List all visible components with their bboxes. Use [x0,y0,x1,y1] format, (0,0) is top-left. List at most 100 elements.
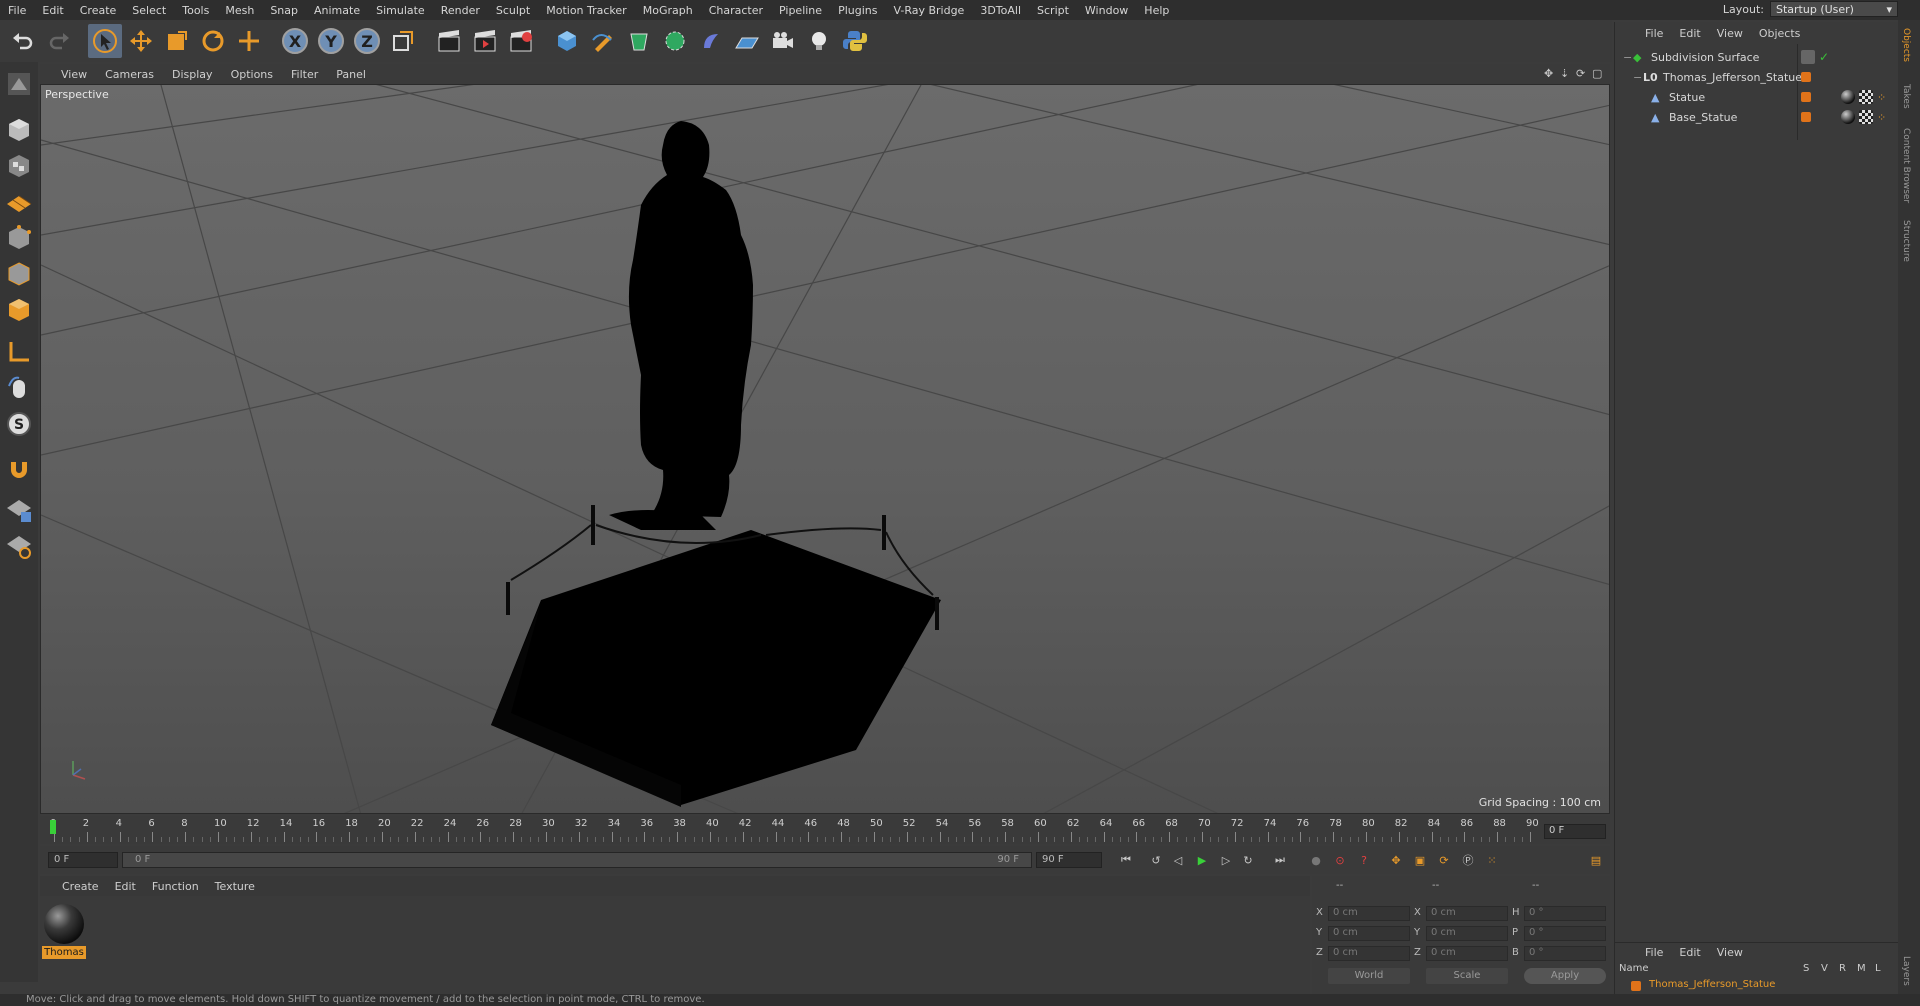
texture-mode-button[interactable] [3,150,35,182]
menu-snap[interactable]: Snap [262,4,306,17]
lm-menu-edit[interactable]: Edit [1671,946,1708,959]
z-axis-button[interactable]: Z [350,24,384,58]
render-picture-viewer-button[interactable] [468,24,502,58]
current-frame-field[interactable]: 0 F [1544,824,1606,839]
tab-layers[interactable]: Layers [1901,956,1911,986]
viewport-menu-display[interactable]: Display [163,68,222,81]
pan-icon[interactable]: ✥ [1544,67,1556,80]
lm-menu-view[interactable]: View [1709,946,1751,959]
live-select-button[interactable] [232,24,266,58]
visibility-dots[interactable] [1801,50,1815,64]
timeline-ruler[interactable]: 0246810121416182022242628303234363840424… [40,816,1610,844]
texture-tag-icon[interactable] [1859,90,1873,104]
layer-color-tag[interactable] [1801,72,1811,82]
rotation-b-field[interactable]: 0 ° [1524,946,1606,961]
menu-plugins[interactable]: Plugins [830,4,885,17]
om-menu-edit[interactable]: Edit [1671,27,1708,40]
maximize-icon[interactable]: ▢ [1592,67,1604,80]
menu-character[interactable]: Character [701,4,771,17]
position-x-field[interactable]: 0 cm [1328,906,1410,921]
coordinate-mode-dropdown[interactable]: World [1328,968,1410,984]
go-to-start-button[interactable]: ⏮ [1114,849,1138,871]
menu-mesh[interactable]: Mesh [217,4,262,17]
python-button[interactable] [838,24,872,58]
make-editable-button[interactable] [3,68,35,100]
planar-workplane-button[interactable] [3,530,35,562]
material-swatch[interactable]: Thomas [42,902,86,960]
collapse-icon[interactable]: − [1623,51,1633,64]
layout-dropdown[interactable]: Startup (User) ▾ [1770,1,1898,17]
autokey-button[interactable]: ? [1352,849,1376,871]
object-row[interactable]: ▲ Statue ⁘ [1615,88,1899,106]
edges-mode-button[interactable] [3,258,35,290]
menu-help[interactable]: Help [1136,4,1177,17]
tab-content-browser[interactable]: Content Browser [1901,128,1911,203]
viewport-menu-cameras[interactable]: Cameras [96,68,163,81]
subdivision-button[interactable] [622,24,656,58]
polygons-mode-button[interactable] [3,294,35,326]
menu-pipeline[interactable]: Pipeline [771,4,830,17]
render-view-button[interactable] [432,24,466,58]
menu-mograph[interactable]: MoGraph [635,4,701,17]
move-tool-button[interactable] [124,24,158,58]
object-row[interactable]: − L0 Thomas_Jefferson_Statue [1615,68,1899,86]
tab-takes[interactable]: Takes [1901,84,1911,109]
orbit-icon[interactable]: ⟳ [1576,67,1588,80]
menu-create[interactable]: Create [72,4,125,17]
deformer-button[interactable] [694,24,728,58]
model-mode-button[interactable] [3,114,35,146]
previous-frame-button[interactable]: ◁ [1166,849,1190,871]
material-menu-function[interactable]: Function [144,880,207,893]
size-z-field[interactable]: 0 cm [1426,946,1508,961]
size-x-field[interactable]: 0 cm [1426,906,1508,921]
perspective-viewport[interactable]: Perspective Grid Spacing : 100 cm [40,84,1610,814]
pen-tool-button[interactable] [586,24,620,58]
snap-toggle-button[interactable]: S [3,408,35,440]
menu-tools[interactable]: Tools [174,4,217,17]
light-button[interactable] [802,24,836,58]
next-frame-button[interactable]: ▷ [1214,849,1238,871]
key-rotation-button[interactable]: ⟳ [1432,849,1456,871]
phong-tag-icon[interactable]: ⁘ [1877,91,1886,104]
viewport-menu-options[interactable]: Options [222,68,282,81]
y-axis-button[interactable]: Y [314,24,348,58]
rotate-tool-button[interactable] [196,24,230,58]
motion-record-button[interactable]: ● [1304,849,1328,871]
menu-edit[interactable]: Edit [34,4,71,17]
select-tool-button[interactable] [88,24,122,58]
go-to-end-button[interactable]: ⏭ [1268,849,1292,871]
menu-3dtoall[interactable]: 3DToAll [972,4,1029,17]
key-position-button[interactable]: ✥ [1384,849,1408,871]
cloner-button[interactable] [658,24,692,58]
menu-file[interactable]: File [0,4,34,17]
menu-select[interactable]: Select [124,4,174,17]
menu-simulate[interactable]: Simulate [368,4,433,17]
texture-tag-icon[interactable] [1859,110,1873,124]
apply-button[interactable]: Apply [1524,968,1606,984]
end-frame-field[interactable]: 90 F [1036,852,1102,868]
om-menu-view[interactable]: View [1709,27,1751,40]
dolly-icon[interactable]: ⇣ [1560,67,1572,80]
menu-script[interactable]: Script [1029,4,1077,17]
menu-sculpt[interactable]: Sculpt [488,4,538,17]
lock-workplane-button[interactable] [3,494,35,526]
record-keys-button[interactable]: ⊙ [1328,849,1352,871]
redo-button[interactable] [42,24,76,58]
render-settings-button[interactable] [504,24,538,58]
phong-tag-icon[interactable]: ⁘ [1877,111,1886,124]
tweak-mode-button[interactable] [3,372,35,404]
menu-vray-bridge[interactable]: V-Ray Bridge [885,4,972,17]
om-menu-objects[interactable]: Objects [1751,27,1809,40]
menu-animate[interactable]: Animate [306,4,368,17]
x-axis-button[interactable]: X [278,24,312,58]
menu-motion-tracker[interactable]: Motion Tracker [538,4,634,17]
playhead[interactable] [50,820,56,834]
layer-color-swatch[interactable] [1631,981,1641,991]
next-key-button[interactable]: ↻ [1236,849,1260,871]
lm-menu-file[interactable]: File [1637,946,1671,959]
undo-button[interactable] [6,24,40,58]
object-row[interactable]: − ◆ Subdivision Surface ✓ [1615,48,1899,66]
enabled-check-icon[interactable]: ✓ [1819,50,1829,64]
tab-objects[interactable]: Objects [1901,28,1911,62]
layer-color-tag[interactable] [1801,112,1811,122]
